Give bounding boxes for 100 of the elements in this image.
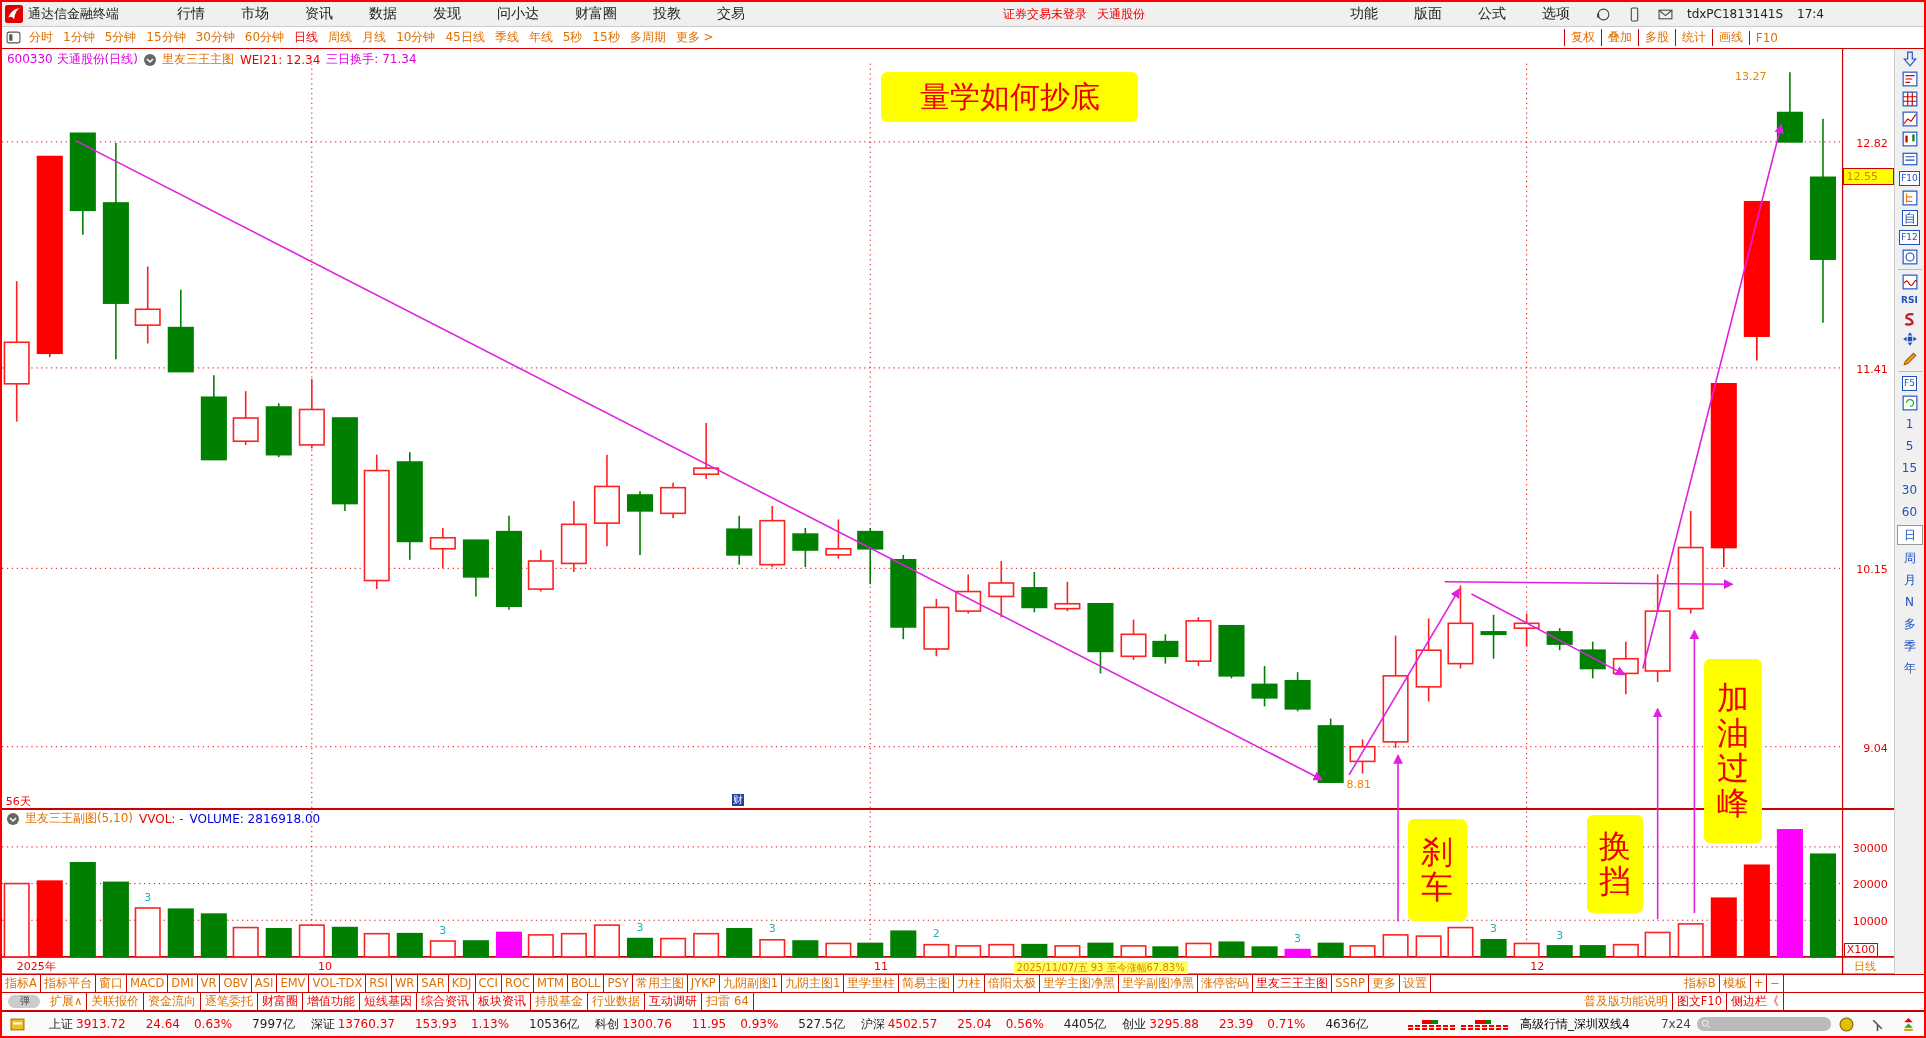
indicator-tab[interactable]: 涨停密码 [1198,975,1254,992]
period-shortcut[interactable]: 日 [1896,525,1923,545]
indicator-tab[interactable]: JYKP [687,975,720,992]
chart-tool-button[interactable]: 多股 [1637,29,1675,46]
period-tab[interactable]: 月线 [362,29,387,46]
indicator-tab[interactable]: ROC [501,975,535,992]
coin-icon[interactable] [1839,1016,1854,1032]
period-tab[interactable]: 5秒 [562,29,583,46]
indicator-tab[interactable]: RSI [366,975,392,992]
period-tab[interactable]: 15秒 [592,29,620,46]
period-tab[interactable]: 10分钟 [396,29,436,46]
menu-item[interactable]: 问小达 [497,5,539,23]
menu-item[interactable]: 版面 [1413,5,1442,23]
indicator-tab[interactable]: 九阴主图1 [781,975,845,992]
period-shortcut[interactable]: 5 [1897,437,1922,455]
period-tab[interactable]: 季线 [494,29,519,46]
menu-item[interactable]: 公式 [1477,5,1506,23]
menu-item[interactable]: 选项 [1541,5,1570,23]
indicator-tab[interactable]: KDJ [448,975,476,992]
indicator-tab[interactable]: 简易主图 [899,975,955,992]
menu-item[interactable]: 资讯 [305,5,333,23]
move-icon[interactable] [1901,331,1918,347]
indicator-tab[interactable]: 里友三王主图 [1253,975,1333,992]
list-icon[interactable] [1901,151,1918,167]
indicator-tab[interactable]: VOL-TDX [309,975,367,992]
arrow-down-icon[interactable] [1901,51,1918,67]
indicator-tool-button[interactable]: 模板 [1719,975,1751,992]
rsi-button[interactable]: RSI [1900,294,1919,307]
period-shortcut[interactable]: 30 [1897,481,1922,499]
indicator-tab[interactable]: SSRP [1332,975,1369,992]
indicator-tab[interactable]: 更多 [1368,975,1400,992]
indicator-tab[interactable]: 指标平台 [40,975,96,992]
search-field[interactable] [1697,1017,1831,1031]
indicator-tab[interactable]: ASI [251,975,278,992]
period-shortcut[interactable]: 年 [1897,659,1922,677]
menu-item[interactable]: 行情 [177,5,205,23]
period-tab[interactable]: 周线 [328,29,353,46]
f10-button[interactable]: F10 [1899,171,1920,186]
period-shortcut[interactable]: 1 [1897,415,1922,433]
period-shortcut[interactable]: N [1897,593,1922,611]
indicator-tab[interactable]: EMV [277,975,310,992]
circle-icon[interactable] [1901,249,1918,265]
f12-button[interactable]: F12 [1899,230,1920,245]
collapse-icon[interactable] [6,812,19,825]
pencil-icon[interactable] [1901,351,1918,367]
indicator-tab[interactable]: MTM [534,975,568,992]
period-tab[interactable]: 日线 [294,29,319,46]
period-shortcut[interactable]: 60 [1897,503,1922,521]
period-tab[interactable]: 年线 [528,29,553,46]
indicator-tab[interactable]: 九阴副图1 [719,975,782,992]
period-shortcut[interactable]: 周 [1897,549,1922,567]
indicator-tab[interactable]: CCI [475,975,502,992]
period-tab[interactable]: 1分钟 [63,29,95,46]
wave-icon[interactable] [1901,274,1918,290]
period-shortcut[interactable]: 15 [1897,459,1922,477]
menu-item[interactable]: 市场 [241,5,269,23]
indicator-tab[interactable]: WR [391,975,419,992]
period-tab[interactable]: 30分钟 [195,29,235,46]
menu-item[interactable]: 交易 [717,5,745,23]
indicator-tab[interactable]: 里学副图净黑 [1119,975,1199,992]
report-icon[interactable] [1901,71,1918,87]
custom-button[interactable]: 自 [1901,210,1918,226]
refresh-icon[interactable] [1901,395,1918,411]
indicator-tool-button[interactable]: − [1767,975,1784,992]
finance-marker[interactable]: 财 [731,794,744,807]
indicator-tab[interactable]: 里学里柱 [844,975,900,992]
period-tab[interactable]: 多周期 [629,29,666,46]
chart-tool-button[interactable]: 复权 [1563,29,1601,46]
chart-tool-button[interactable]: F10 [1748,30,1784,45]
grid-icon[interactable] [1901,91,1918,107]
menu-item[interactable]: 功能 [1349,5,1378,23]
indicator-tool-button[interactable]: + [1750,975,1768,992]
menu-item[interactable]: 财富圈 [575,5,617,23]
indicator-tab[interactable]: 里学主图净黑 [1040,975,1120,992]
indicator-tab[interactable]: 指标A [2,975,41,992]
collapse-icon[interactable] [143,53,156,66]
indicator-tab[interactable]: 设置 [1399,975,1431,992]
monitor-icon[interactable] [10,1016,25,1032]
indicator-tab[interactable]: 倍阳太极 [985,975,1041,992]
period-tab[interactable]: 15分钟 [146,29,186,46]
candles-icon[interactable] [1901,131,1918,147]
indicator-tool-button[interactable]: 指标B [1680,975,1720,992]
indicator-tab[interactable]: DMI [168,975,198,992]
indicator-tab[interactable]: MACD [126,975,169,992]
indicator-tab[interactable]: 力柱 [954,975,986,992]
menu-item[interactable]: 发现 [433,5,461,23]
period-tab[interactable]: 5分钟 [104,29,137,46]
chart-tool-button[interactable]: 统计 [1674,29,1712,46]
period-shortcut[interactable]: 季 [1897,637,1922,655]
period-shortcut[interactable]: 月 [1897,571,1922,589]
menu-item[interactable]: 数据 [369,5,397,23]
indicator-tab[interactable]: PSY [604,975,633,992]
period-shortcut[interactable]: 多 [1897,615,1922,633]
toggle-switch[interactable]: 弹 [8,995,40,1008]
market-source[interactable]: 高级行情_深圳双线4 [1520,1015,1630,1033]
chart-tool-button[interactable]: 画线 [1711,29,1749,46]
indicator-tab[interactable]: 窗口 [95,975,127,992]
indicator-tab[interactable]: SAR [418,975,449,992]
indicator-tab[interactable]: OBV [220,975,252,992]
menu-item[interactable]: 投教 [653,5,681,23]
